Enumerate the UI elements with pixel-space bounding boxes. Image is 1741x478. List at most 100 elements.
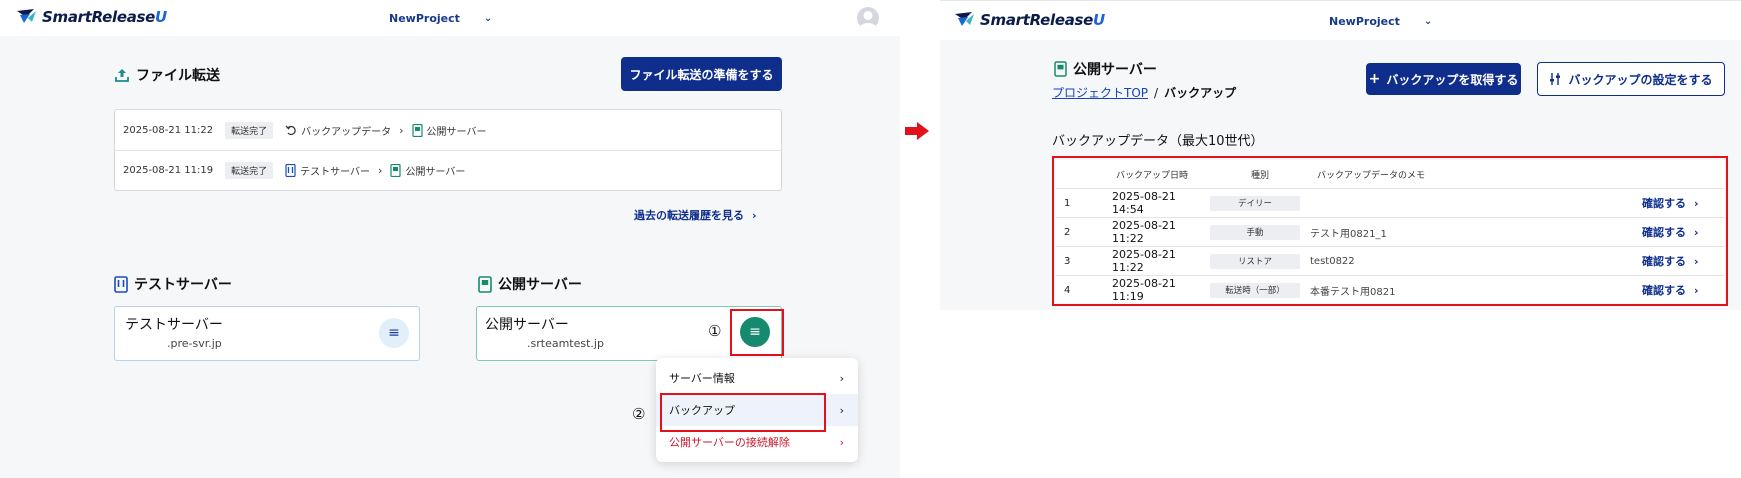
transfer-history-link[interactable]: 過去の転送履歴を見る ›	[634, 207, 757, 223]
row-number: 2	[1064, 226, 1071, 238]
test-server-card-title: テストサーバー	[125, 317, 223, 333]
user-avatar[interactable]	[857, 7, 879, 29]
chevron-down-icon: ⌄	[483, 13, 493, 24]
public-server-icon	[478, 275, 492, 293]
type-badge: 手動	[1210, 224, 1300, 240]
transfer-list: 2025-08-21 11:22 転送完了 バックアップデータ › 公開サーバー…	[114, 109, 782, 191]
app-logo[interactable]: SmartReleaseU	[16, 8, 167, 26]
test-server-card[interactable]: テストサーバー .pre-svr.jp ≡	[114, 306, 420, 361]
row-type-cell: リストア	[1210, 253, 1310, 269]
chevron-down-icon: ⌄	[1423, 16, 1433, 27]
step-2-marker: ②	[632, 405, 646, 423]
test-server-icon	[285, 164, 296, 177]
column-header-type: 種別	[1251, 170, 1270, 181]
chevron-right-icon: ›	[839, 435, 844, 449]
test-server-menu-button[interactable]: ≡	[379, 318, 409, 348]
project-selector[interactable]: NewProject ⌄	[1329, 15, 1432, 28]
test-server-host: .pre-svr.jp	[167, 337, 222, 350]
public-server-section-title: 公開サーバー	[498, 277, 582, 293]
upload-icon	[115, 69, 129, 82]
breadcrumb-project-top[interactable]: プロジェクトTOP	[1052, 84, 1148, 101]
page-title-text: 公開サーバー	[1073, 62, 1157, 78]
file-transfer-heading: ファイル転送	[114, 65, 220, 85]
confirm-link[interactable]: 確認する ›	[1642, 224, 1722, 240]
plus-icon: +	[1368, 71, 1381, 87]
confirm-label: 確認する	[1642, 226, 1686, 239]
breadcrumb-current: バックアップ	[1164, 86, 1237, 100]
transfer-row[interactable]: 2025-08-21 11:19 転送完了 テストサーバー › 公開サーバー	[115, 150, 781, 190]
confirm-label: 確認する	[1642, 284, 1686, 297]
chevron-right-icon: ›	[839, 371, 844, 385]
column-header-datetime: バックアップ日時	[1116, 170, 1189, 181]
chevron-right-icon: ›	[1694, 225, 1699, 239]
row-number: 1	[1064, 197, 1071, 209]
menu-item-server-info[interactable]: サーバー情報 ›	[656, 362, 858, 394]
backup-table: バックアップ日時 種別 バックアップデータのメモ 1 2025-08-21 14…	[1056, 160, 1724, 303]
logo-mark-icon	[955, 12, 974, 26]
test-server-section-title: テストサーバー	[134, 277, 232, 293]
transfer-destination: 公開サーバー	[411, 123, 486, 138]
table-row[interactable]: 1 2025-08-21 14:54 デイリー 確認する ›	[1056, 188, 1724, 217]
row-memo: test0822	[1310, 255, 1355, 267]
left-header: SmartReleaseU NewProject ⌄	[0, 0, 900, 36]
backup-settings-label: バックアップの設定をする	[1568, 72, 1713, 87]
menu-icon: ≡	[388, 325, 400, 341]
get-backup-label: バックアップを取得する	[1386, 72, 1519, 87]
table-row[interactable]: 2 2025-08-21 11:22 手動 テスト用0821_1 確認する ›	[1056, 217, 1724, 246]
public-server-menu-button[interactable]: ≡	[740, 317, 770, 347]
red-arrow-icon	[905, 122, 929, 140]
column-header-memo: バックアップデータのメモ	[1317, 170, 1426, 181]
confirm-link[interactable]: 確認する ›	[1642, 195, 1722, 211]
transfer-history-label: 過去の転送履歴を見る	[634, 209, 744, 222]
row-type-cell: デイリー	[1210, 195, 1310, 211]
confirm-link[interactable]: 確認する ›	[1642, 253, 1722, 269]
public-server-icon	[1054, 61, 1067, 77]
row-type-cell: 手動	[1210, 224, 1310, 240]
step-2-highlight	[660, 393, 826, 432]
row-memo: テスト用0821_1	[1310, 228, 1387, 240]
table-row[interactable]: 3 2025-08-21 11:22 リストア test0822 確認する ›	[1056, 246, 1724, 275]
get-backup-button[interactable]: + バックアップを取得する	[1366, 63, 1521, 95]
row-type-cell: 転送時（一部）	[1210, 282, 1310, 298]
row-datetime: 2025-08-21 11:19	[1112, 277, 1176, 303]
file-transfer-title: ファイル転送	[136, 68, 220, 84]
breadcrumb: プロジェクトTOP / バックアップ	[1052, 84, 1236, 101]
public-server-icon	[390, 164, 402, 177]
project-name: NewProject	[1329, 15, 1400, 28]
project-selector[interactable]: NewProject ⌄	[389, 12, 492, 25]
type-badge: 転送時（一部）	[1210, 282, 1300, 298]
menu-item-label: サーバー情報	[669, 372, 735, 385]
confirm-label: 確認する	[1642, 255, 1686, 268]
row-number: 3	[1064, 255, 1071, 267]
transfer-destination: 公開サーバー	[390, 163, 465, 178]
prepare-transfer-button[interactable]: ファイル転送の準備をする	[621, 57, 782, 91]
row-datetime: 2025-08-21 14:54	[1112, 190, 1176, 216]
chevron-right-icon: ›	[378, 164, 383, 177]
status-badge: 転送完了	[225, 162, 274, 179]
row-number: 4	[1064, 284, 1071, 296]
confirm-link[interactable]: 確認する ›	[1642, 282, 1722, 298]
transfer-datetime: 2025-08-21 11:22	[123, 124, 214, 136]
confirm-label: 確認する	[1642, 197, 1686, 210]
page-title: 公開サーバー	[1054, 59, 1157, 79]
backup-list-title: バックアップデータ（最大10世代）	[1052, 134, 1264, 149]
test-server-heading: テストサーバー	[114, 274, 232, 294]
right-header: SmartReleaseU NewProject ⌄	[940, 0, 1741, 40]
menu-icon: ≡	[749, 324, 761, 340]
table-row[interactable]: 4 2025-08-21 11:19 転送時（一部） 本番テスト用0821 確認…	[1056, 275, 1724, 304]
transfer-source: テストサーバー	[285, 163, 370, 178]
chevron-right-icon: ›	[1694, 196, 1699, 210]
chevron-right-icon: ›	[839, 403, 844, 417]
row-datetime: 2025-08-21 11:22	[1112, 219, 1176, 245]
user-icon	[859, 11, 877, 29]
logo-mark-icon	[17, 9, 36, 23]
row-datetime: 2025-08-21 11:22	[1112, 248, 1176, 274]
test-server-icon	[114, 275, 128, 293]
table-header-row: バックアップ日時 種別 バックアップデータのメモ	[1056, 160, 1724, 188]
restore-icon	[285, 125, 296, 136]
step-1-marker: ①	[708, 322, 722, 340]
app-logo[interactable]: SmartReleaseU	[954, 11, 1105, 29]
logo-text: SmartReleaseU	[980, 11, 1105, 29]
transfer-row[interactable]: 2025-08-21 11:22 転送完了 バックアップデータ › 公開サーバー	[115, 110, 781, 150]
backup-settings-button[interactable]: バックアップの設定をする	[1537, 62, 1725, 96]
